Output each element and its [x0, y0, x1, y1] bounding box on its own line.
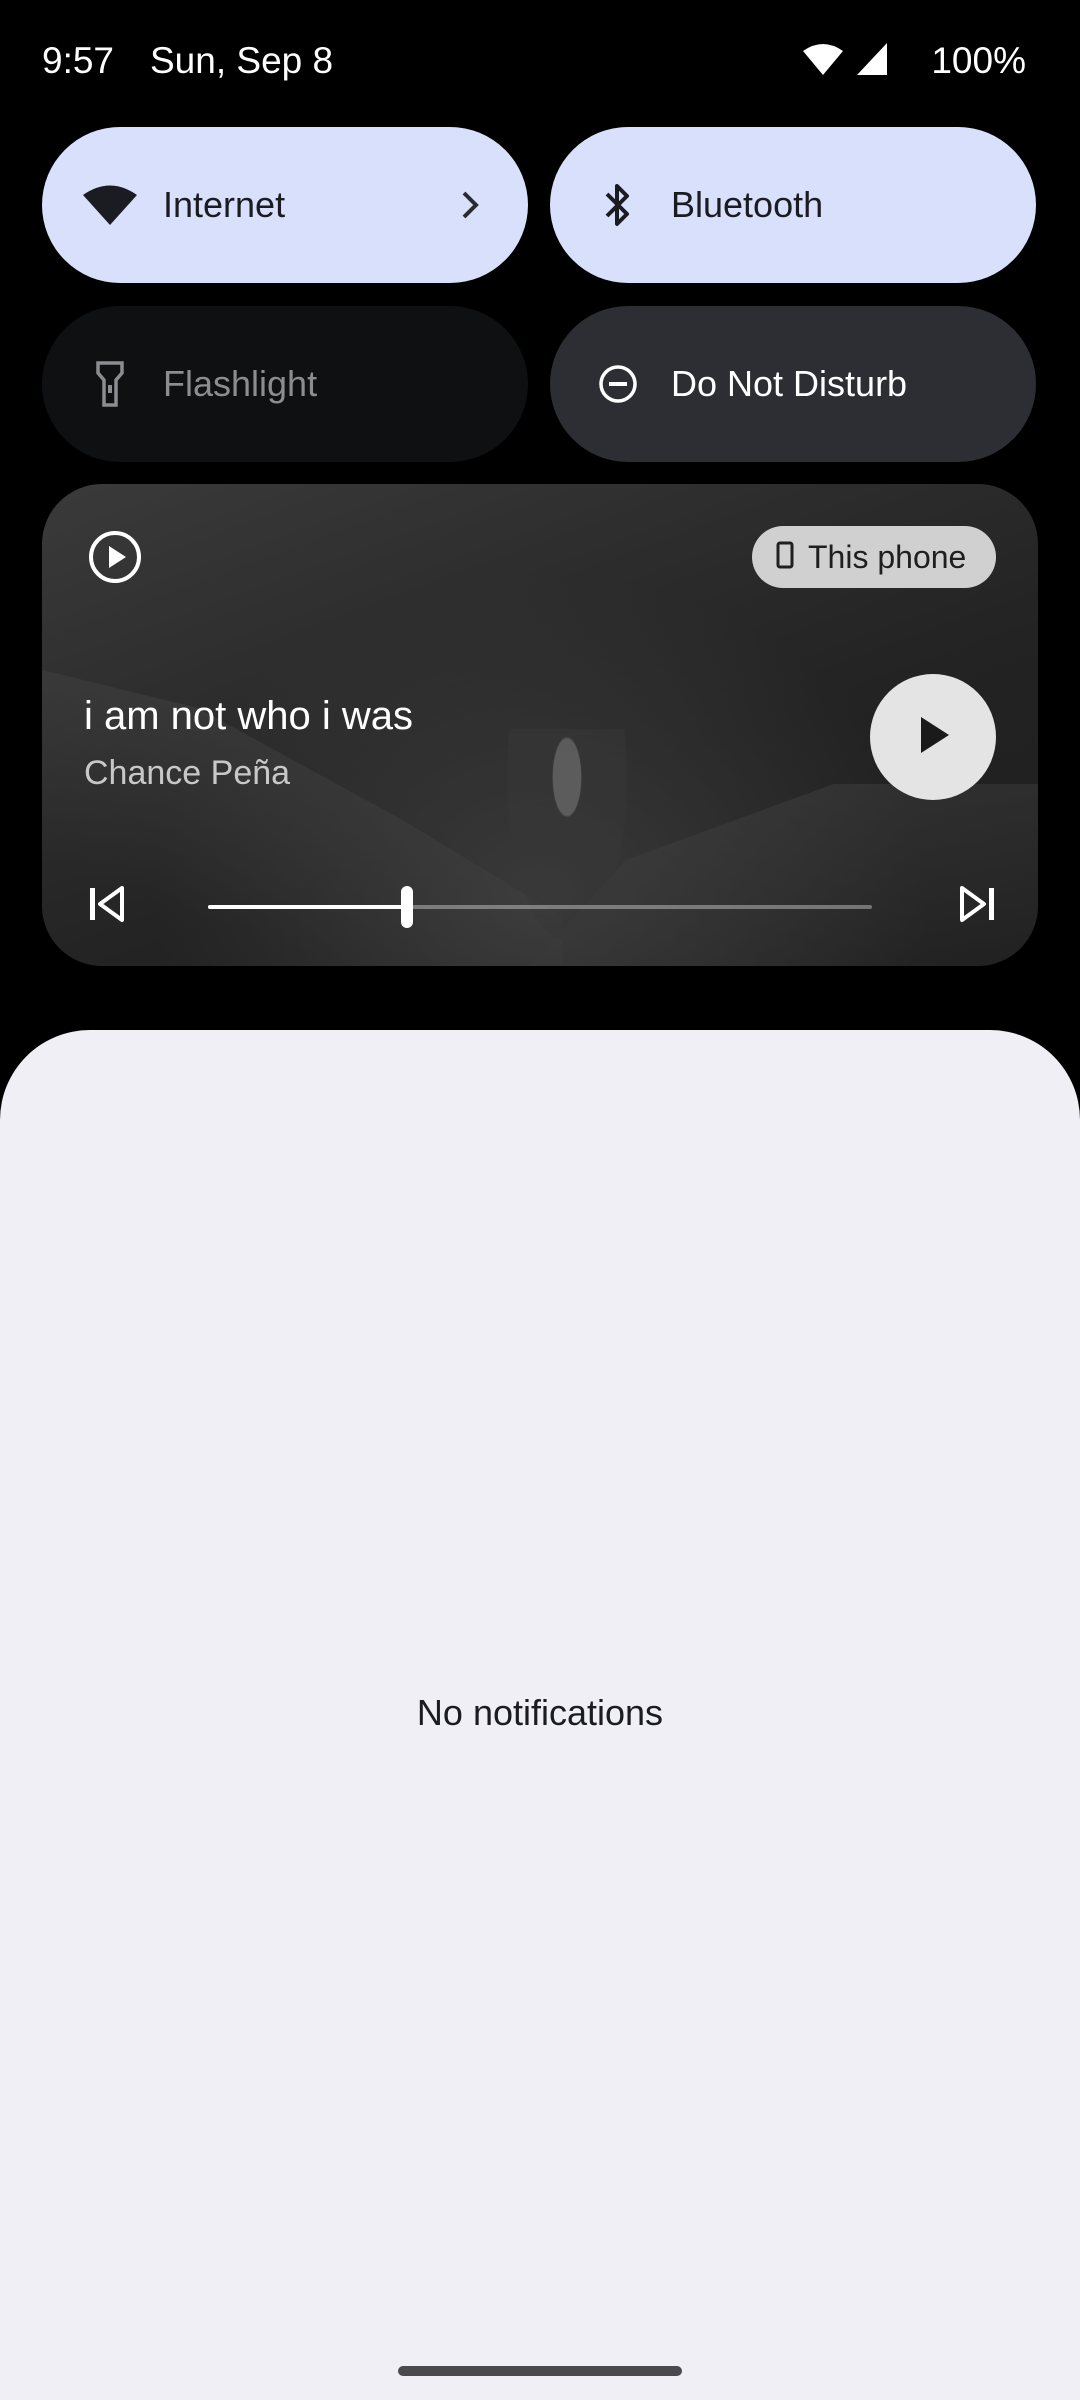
tile-bluetooth[interactable]: Bluetooth [550, 127, 1036, 283]
wifi-icon [83, 185, 137, 225]
tile-do-not-disturb[interactable]: Do Not Disturb [550, 306, 1036, 462]
tile-flashlight[interactable]: Flashlight [42, 306, 528, 462]
tile-do-not-disturb-label: Do Not Disturb [671, 363, 908, 404]
next-track-button[interactable] [958, 884, 996, 924]
previous-track-button[interactable] [88, 884, 126, 924]
media-app-icon [88, 530, 142, 584]
tile-flashlight-label: Flashlight [163, 363, 318, 404]
song-title: i am not who i was [84, 694, 414, 738]
output-device-chip[interactable]: This phone [752, 526, 996, 588]
wifi-signal-icon [803, 43, 844, 80]
home-gesture-handle[interactable] [398, 2366, 682, 2376]
cell-signal-icon [857, 42, 888, 80]
tile-internet[interactable]: Internet [42, 127, 528, 283]
status-icons: 100% [803, 40, 1026, 82]
chevron-right-icon[interactable] [460, 190, 482, 220]
output-device-label: This phone [808, 538, 967, 575]
status-bar: 9:57 Sun, Sep 8 100% [0, 0, 1080, 128]
battery-level: 100% [931, 40, 1026, 81]
song-artist: Chance Peña [84, 754, 291, 792]
notification-shade: No notifications [0, 1030, 1080, 2400]
seek-progress [208, 905, 408, 909]
empty-notifications-text: No notifications [416, 1692, 664, 1733]
flashlight-icon [95, 360, 125, 408]
status-time: 9:57 [42, 40, 115, 81]
status-date: Sun, Sep 8 [150, 40, 334, 81]
seek-thumb[interactable] [401, 886, 414, 928]
bluetooth-icon [601, 182, 635, 228]
play-button[interactable] [870, 674, 996, 800]
play-icon [915, 715, 951, 760]
do-not-disturb-icon [598, 364, 638, 404]
phone-icon [776, 541, 794, 574]
seek-bar[interactable] [208, 886, 872, 928]
tile-bluetooth-label: Bluetooth [671, 184, 824, 225]
tile-internet-label: Internet [163, 184, 286, 225]
media-player[interactable]: This phone i am not who i was Chance Peñ… [42, 484, 1038, 966]
album-art-figure [497, 729, 637, 966]
